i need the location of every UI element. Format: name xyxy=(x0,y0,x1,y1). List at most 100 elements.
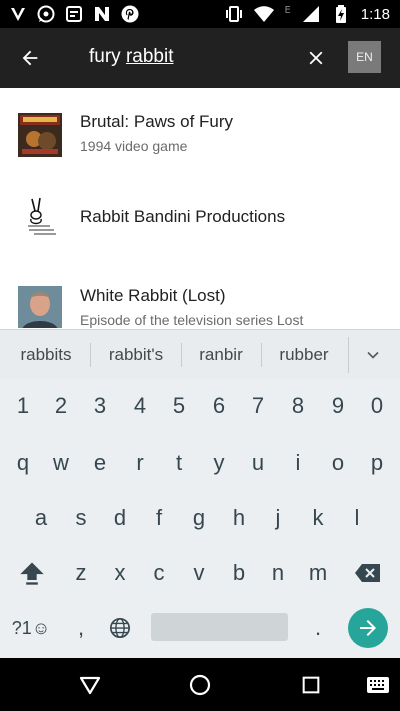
query-composing-word: rabbit xyxy=(125,46,174,67)
nav-home-button[interactable] xyxy=(186,671,214,699)
key-0[interactable]: 0 xyxy=(358,385,396,427)
key-j[interactable]: j xyxy=(259,497,297,539)
keyboard: 1 2 3 4 5 6 7 8 9 0 q w e r t y u i o p … xyxy=(0,379,400,658)
network-type-label: E xyxy=(284,4,291,16)
key-9[interactable]: 9 xyxy=(319,385,357,427)
key-g[interactable]: g xyxy=(180,497,218,539)
vibrate-icon xyxy=(224,4,244,24)
key-w[interactable]: w xyxy=(42,442,80,484)
message-icon xyxy=(64,4,84,24)
suggestion-divider xyxy=(261,343,262,367)
key-v[interactable]: v xyxy=(180,552,218,594)
key-p[interactable]: p xyxy=(358,442,396,484)
shift-icon xyxy=(20,562,44,585)
arrow-back-icon xyxy=(22,50,38,66)
key-m[interactable]: m xyxy=(299,552,337,594)
spacebar[interactable] xyxy=(151,613,288,641)
key-x[interactable]: x xyxy=(101,552,139,594)
battery-charging-icon xyxy=(331,4,351,24)
suggestion-divider xyxy=(90,343,91,367)
result-title: Rabbit Bandini Productions xyxy=(80,207,286,226)
key-u[interactable]: u xyxy=(239,442,277,484)
expand-suggestions-button[interactable] xyxy=(360,343,386,367)
key-3[interactable]: 3 xyxy=(81,385,119,427)
result-thumbnail-portrait xyxy=(18,286,62,328)
nav-back-button[interactable] xyxy=(76,671,104,699)
key-i[interactable]: i xyxy=(279,442,317,484)
result-subtitle: Episode of the television series Lost xyxy=(80,312,304,328)
key-4[interactable]: 4 xyxy=(121,385,159,427)
key-6[interactable]: 6 xyxy=(200,385,238,427)
back-button[interactable] xyxy=(12,40,48,76)
result-subtitle: 1994 video game xyxy=(80,138,188,154)
result-item[interactable]: White Rabbit (Lost) Episode of the telev… xyxy=(0,272,400,328)
key-s[interactable]: s xyxy=(62,497,100,539)
suggestion-rabbits-apostrophe[interactable]: rabbit's xyxy=(94,330,178,380)
key-2[interactable]: 2 xyxy=(42,385,80,427)
key-8[interactable]: 8 xyxy=(279,385,317,427)
clear-button[interactable] xyxy=(300,42,332,74)
key-t[interactable]: t xyxy=(160,442,198,484)
navigation-bar xyxy=(0,658,400,711)
suggestion-divider xyxy=(348,337,349,373)
key-f[interactable]: f xyxy=(140,497,178,539)
key-r[interactable]: r xyxy=(121,442,159,484)
key-comma[interactable]: , xyxy=(62,608,100,648)
key-e[interactable]: e xyxy=(81,442,119,484)
back-triangle-icon xyxy=(79,676,101,695)
recents-square-icon xyxy=(302,676,320,694)
key-7[interactable]: 7 xyxy=(239,385,277,427)
status-bar: E 1:18 xyxy=(0,0,400,28)
home-circle-icon xyxy=(189,674,211,696)
suggestion-rabbits[interactable]: rabbits xyxy=(6,330,86,380)
key-h[interactable]: h xyxy=(220,497,258,539)
query-text: fury xyxy=(89,46,126,67)
result-item[interactable]: Brutal: Paws of Fury 1994 video game xyxy=(0,88,400,168)
suggestion-strip: rabbits rabbit's ranbir rubber xyxy=(0,329,400,379)
pinterest-icon xyxy=(120,4,140,24)
key-q[interactable]: q xyxy=(4,442,42,484)
whatsapp-icon xyxy=(36,4,56,24)
result-title: White Rabbit (Lost) xyxy=(80,286,226,305)
key-y[interactable]: y xyxy=(200,442,238,484)
key-b[interactable]: b xyxy=(220,552,258,594)
enter-key[interactable] xyxy=(348,608,388,648)
language-switch-key[interactable] xyxy=(101,608,139,648)
suggestion-ranbir[interactable]: ranbir xyxy=(184,330,258,380)
key-c[interactable]: c xyxy=(140,552,178,594)
nav-keyboard-button[interactable] xyxy=(364,671,392,699)
backspace-icon xyxy=(355,564,380,582)
globe-icon xyxy=(110,618,130,638)
arrow-forward-icon xyxy=(360,620,376,636)
shift-key[interactable] xyxy=(10,552,54,594)
key-z[interactable]: z xyxy=(62,552,100,594)
key-k[interactable]: k xyxy=(299,497,337,539)
close-icon xyxy=(309,51,323,65)
key-1[interactable]: 1 xyxy=(4,385,42,427)
search-input[interactable]: fury rabbit xyxy=(89,46,173,68)
result-item[interactable]: Rabbit Bandini Productions xyxy=(0,180,400,260)
result-thumbnail-rabbit-logo xyxy=(18,195,62,239)
key-n[interactable]: n xyxy=(259,552,297,594)
signal-icon xyxy=(301,4,321,24)
keyboard-icon xyxy=(367,677,389,693)
symbols-key[interactable]: ?1☺ xyxy=(6,608,56,648)
n-icon xyxy=(92,4,112,24)
chevron-down-icon xyxy=(367,351,379,359)
key-d[interactable]: d xyxy=(101,497,139,539)
suggestion-divider xyxy=(181,343,182,367)
nav-recents-button[interactable] xyxy=(297,671,325,699)
key-l[interactable]: l xyxy=(338,497,376,539)
key-o[interactable]: o xyxy=(319,442,357,484)
backspace-key[interactable] xyxy=(346,552,390,594)
key-5[interactable]: 5 xyxy=(160,385,198,427)
results-list: Brutal: Paws of Fury 1994 video game Rab… xyxy=(0,88,400,328)
language-button[interactable]: EN xyxy=(348,41,381,73)
clock: 1:18 xyxy=(360,5,390,23)
result-thumbnail-game-cover xyxy=(18,113,62,157)
suggestion-rubber[interactable]: rubber xyxy=(264,330,344,380)
key-period[interactable]: . xyxy=(299,608,337,648)
result-title: Brutal: Paws of Fury xyxy=(80,112,234,131)
key-a[interactable]: a xyxy=(22,497,60,539)
wifi-icon xyxy=(254,4,275,24)
